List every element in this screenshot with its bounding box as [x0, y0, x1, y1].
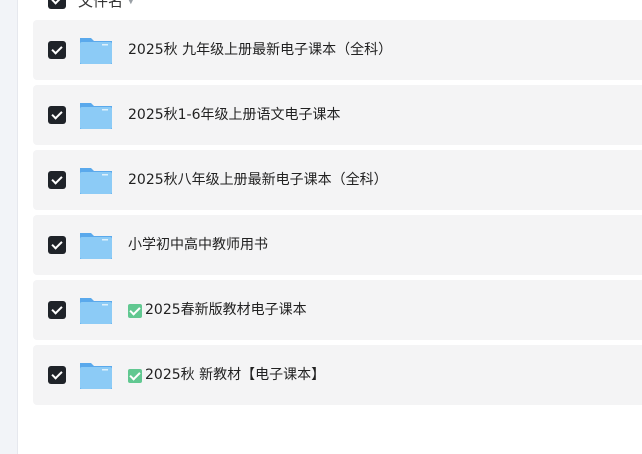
file-row[interactable]: 小学初中高中教师用书	[33, 215, 642, 275]
row-checkbox[interactable]	[48, 106, 66, 124]
check-badge-icon	[128, 369, 142, 383]
file-name[interactable]: 2025秋 九年级上册最新电子课本（全科）	[128, 20, 392, 80]
file-name-text: 小学初中高中教师用书	[128, 237, 268, 253]
caret-down-icon[interactable]: ▼	[127, 0, 135, 6]
folder-icon	[80, 298, 112, 324]
folder-icon	[80, 38, 112, 64]
file-list: 2025秋 九年级上册最新电子课本（全科） 2025秋1-6年级上册语文电子课本…	[33, 20, 642, 410]
file-row[interactable]: 2025春新版教材电子课本	[33, 280, 642, 340]
row-checkbox[interactable]	[48, 171, 66, 189]
file-name-text: 2025秋 新教材【电子课本】	[145, 367, 326, 383]
file-name-text: 2025秋 九年级上册最新电子课本（全科）	[128, 42, 393, 58]
left-sidebar-edge	[0, 0, 18, 454]
row-checkbox[interactable]	[48, 236, 66, 254]
file-name-text: 2025春新版教材电子课本	[145, 302, 307, 318]
check-badge-icon	[128, 304, 142, 318]
file-name[interactable]: 2025春新版教材电子课本	[128, 280, 307, 340]
column-label-filename[interactable]: 文件名	[78, 0, 123, 11]
file-row[interactable]: 2025秋八年级上册最新电子课本（全科）	[33, 150, 642, 210]
file-name[interactable]: 2025秋 新教材【电子课本】	[128, 345, 325, 405]
file-name[interactable]: 2025秋八年级上册最新电子课本（全科）	[128, 150, 388, 210]
file-name-text: 2025秋1-6年级上册语文电子课本	[128, 107, 341, 123]
file-name[interactable]: 小学初中高中教师用书	[128, 215, 268, 275]
folder-icon	[80, 363, 112, 389]
file-row[interactable]: 2025秋 九年级上册最新电子课本（全科）	[33, 20, 642, 80]
row-checkbox[interactable]	[48, 366, 66, 384]
folder-icon	[80, 233, 112, 259]
file-name[interactable]: 2025秋1-6年级上册语文电子课本	[128, 85, 341, 145]
row-checkbox[interactable]	[48, 301, 66, 319]
list-header: 文件名 ▼	[48, 0, 135, 10]
row-checkbox[interactable]	[48, 41, 66, 59]
folder-icon	[80, 168, 112, 194]
select-all-checkbox[interactable]	[48, 0, 66, 9]
file-row[interactable]: 2025秋 新教材【电子课本】	[33, 345, 642, 405]
folder-icon	[80, 103, 112, 129]
file-name-text: 2025秋八年级上册最新电子课本（全科）	[128, 172, 388, 188]
file-row[interactable]: 2025秋1-6年级上册语文电子课本	[33, 85, 642, 145]
